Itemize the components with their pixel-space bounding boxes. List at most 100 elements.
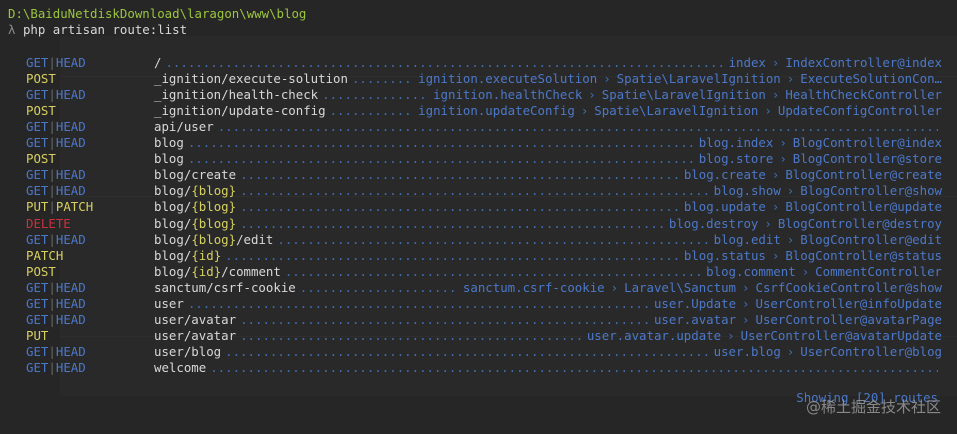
table-row[interactable]: POST _ignition/update-config ignition.upda…: [0, 103, 942, 119]
table-row[interactable]: PUT user/avatar user.avatar.update › UserCon…: [0, 328, 942, 344]
table-row[interactable]: GET|HEAD user/blog user.blog › UserControlle…: [0, 344, 942, 360]
column-separator: ›: [786, 183, 795, 199]
route-name: blog.update: [683, 199, 766, 215]
table-row[interactable]: GET|HEAD blog blog.index › BlogController@in…: [0, 135, 942, 151]
route-methods: PUT: [26, 328, 48, 344]
dot-leader: [330, 103, 415, 119]
prompt-path-line: D:\BaiduNetdiskDownload\laragon\www\blog: [8, 6, 306, 22]
table-row[interactable]: GET|HEAD sanctum/csrf-cookie sanctum.csrf-…: [0, 280, 942, 296]
method-post: POST: [26, 151, 56, 167]
watermark-text: @稀土掘金技术社区: [805, 398, 941, 416]
route-uri: blog/{blog}: [154, 199, 236, 215]
route-uri: sanctum/csrf-cookie: [154, 279, 296, 295]
table-row[interactable]: PUT|PATCH blog/{blog} blog.update › BlogCont…: [0, 199, 942, 215]
table-row[interactable]: GET|HEAD blog/{blog}/edit blog.edit › BlogCo…: [0, 232, 942, 248]
column-separator: ›: [801, 263, 810, 279]
column-separator: ›: [580, 103, 589, 119]
route-name: blog.status: [683, 247, 766, 263]
dot-leader: [300, 280, 459, 296]
route-uri: user: [154, 295, 184, 311]
route-uri: blog: [154, 135, 184, 151]
column-separator: ›: [771, 167, 780, 183]
table-row[interactable]: GET|HEAD blog/{blog} blog.show › BlogControl…: [0, 183, 942, 199]
dot-leader: [322, 87, 429, 103]
method-get: GET: [26, 183, 49, 199]
method-patch: PATCH: [26, 247, 64, 263]
table-row[interactable]: GET|HEAD _ignition/health-check ignition.h…: [0, 87, 942, 103]
column-separator: ›: [779, 151, 787, 167]
column-separator: ›: [742, 279, 750, 295]
route-uri: blog/{id}/comment: [154, 264, 281, 280]
route-main: blog/{id} blog.status › BlogController@stat…: [154, 248, 942, 264]
route-main: _ignition/execute-solution ignition.execu…: [154, 71, 942, 87]
method-get: GET: [26, 311, 49, 327]
route-middleware: Spatie\LaravelIgnition: [601, 87, 766, 103]
route-action: UserController@avatarUpdate: [740, 327, 942, 343]
column-separator: ›: [603, 71, 611, 87]
route-action: BlogController@edit: [800, 231, 942, 247]
method-separator: |: [48, 55, 56, 70]
method-head: HEAD: [55, 359, 86, 375]
route-methods: GET | HEAD: [26, 119, 86, 135]
dot-leader: [240, 199, 680, 215]
method-delete: DELETE: [26, 215, 71, 231]
route-main: blog/create blog.create › BlogController@cr…: [154, 167, 942, 183]
command-line[interactable]: λ php artisan route:list: [8, 22, 187, 38]
route-action: UserController@infoUpdate: [755, 295, 943, 311]
route-uri: user/avatar: [154, 327, 237, 343]
column-separator: ›: [610, 279, 619, 295]
method-get: GET: [26, 167, 49, 183]
route-action: BlogController@store: [792, 151, 942, 167]
method-get: GET: [26, 119, 49, 135]
route-main: blog/{blog}/edit blog.edit › BlogController…: [154, 232, 942, 248]
route-uri: blog/{blog}: [154, 183, 236, 199]
route-path: blog/: [154, 215, 192, 231]
dot-leader: [277, 232, 709, 248]
column-separator: ›: [727, 327, 735, 343]
route-action: IndexController@index: [785, 55, 942, 70]
route-name: blog.comment: [706, 263, 796, 279]
route-methods: GET | HEAD: [26, 280, 86, 296]
route-uri: user/avatar: [154, 311, 237, 327]
method-separator: |: [48, 183, 56, 199]
table-row[interactable]: POST blog blog.store › BlogController@store: [0, 151, 942, 167]
method-head: HEAD: [55, 231, 86, 247]
route-param: {blog}: [191, 231, 237, 247]
dot-leader: [285, 264, 702, 280]
table-row[interactable]: POST _ignition/execute-solution ignition.e…: [0, 71, 942, 87]
table-row[interactable]: GET|HEAD user/avatar user.avatar › UserContr…: [0, 312, 942, 328]
dot-leader: [240, 312, 650, 328]
route-methods: GET | HEAD: [26, 183, 86, 199]
table-row[interactable]: DELETE blog/{blog} blog.destroy › BlogContro…: [0, 216, 942, 232]
command-text: php artisan route:list: [22, 22, 188, 37]
route-name: index: [728, 55, 766, 70]
method-post: POST: [26, 263, 56, 279]
table-row[interactable]: GET|HEAD / index › IndexController@index: [0, 55, 942, 71]
table-row[interactable]: GET|HEAD user user.Update › UserController@i…: [0, 296, 942, 312]
route-main: sanctum/csrf-cookie sanctum.csrf-cookie › L…: [154, 280, 942, 296]
route-name: user.blog: [713, 343, 781, 359]
table-row[interactable]: GET | HEAD welcome: [0, 360, 942, 376]
route-uri: _ignition/health-check: [154, 87, 319, 103]
route-action: ExecuteSolutionCon…: [800, 71, 942, 87]
table-row[interactable]: GET|HEAD blog/create blog.create › BlogContr…: [0, 167, 942, 183]
method-get: GET: [26, 231, 49, 247]
column-separator: ›: [771, 55, 780, 70]
method-get: GET: [26, 359, 49, 375]
dot-leader: [240, 183, 710, 199]
route-main: blog blog.store › BlogController@store: [154, 151, 942, 167]
route-main: api/user: [154, 119, 942, 135]
route-methods: GET | HEAD: [26, 296, 86, 312]
table-row[interactable]: PATCH blog/{id} blog.status › BlogController…: [0, 248, 942, 264]
route-name: ignition.updateConfig: [418, 103, 575, 119]
table-row[interactable]: POST blog/{id}/comment blog.comment › Commen…: [0, 264, 942, 280]
route-param: {blog}: [191, 215, 237, 231]
route-methods: POST: [26, 151, 56, 167]
route-action: HealthCheckController: [785, 87, 942, 103]
column-separator: ›: [786, 71, 795, 87]
route-methods: GET | HEAD: [26, 232, 86, 248]
route-methods: PATCH: [26, 248, 63, 264]
route-methods: POST: [26, 103, 56, 119]
method-head: HEAD: [55, 119, 86, 135]
table-row[interactable]: GET | HEAD api/user: [0, 119, 942, 135]
